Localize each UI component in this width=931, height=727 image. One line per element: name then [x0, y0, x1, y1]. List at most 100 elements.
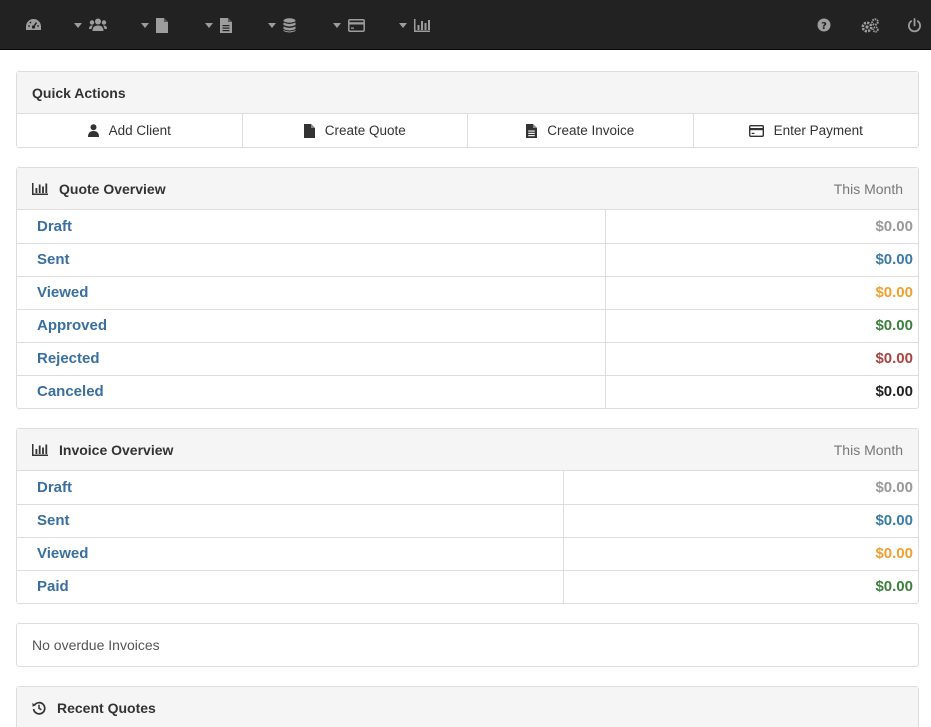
quote-status-cell: Draft	[17, 210, 605, 243]
enter-payment-label: Enter Payment	[773, 123, 863, 138]
invoice-amount: $0.00	[562, 471, 918, 504]
quote-status-link[interactable]: Approved	[37, 317, 107, 334]
quote-row: Canceled $0.00	[17, 374, 918, 408]
invoice-status-link[interactable]: Draft	[37, 479, 72, 496]
quick-actions-row: Add Client Create Quote Create Invoice E…	[17, 114, 918, 147]
invoice-row: Draft $0.00	[17, 471, 918, 504]
file-text-icon	[526, 123, 538, 138]
invoice-row: Paid $0.00	[17, 569, 918, 603]
add-client-label: Add Client	[108, 123, 171, 138]
chevron-down-icon	[268, 22, 276, 28]
settings-icon	[861, 17, 879, 33]
power-icon	[907, 17, 922, 33]
chevron-down-icon	[141, 22, 149, 28]
quick-actions-heading: Quick Actions	[17, 72, 918, 114]
quote-amount: $0.00	[604, 210, 918, 243]
nav-quotes[interactable]	[141, 0, 168, 50]
top-navbar: ?	[0, 0, 931, 50]
credit-card-icon	[748, 124, 764, 137]
quote-overview-table: Draft $0.00 Sent $0.00 Viewed $0.00 Approved $0…	[17, 210, 918, 408]
recent-quotes-panel: Recent Quotes	[16, 686, 919, 727]
quote-status-link[interactable]: Canceled	[37, 383, 104, 400]
invoice-overview-heading: Invoice Overview This Month	[17, 429, 918, 471]
create-invoice-label: Create Invoice	[547, 123, 635, 138]
no-overdue-text: No overdue Invoices	[32, 637, 160, 653]
credit-card-icon	[348, 18, 365, 32]
help-icon: ?	[817, 18, 831, 32]
quote-row: Approved $0.00	[17, 308, 918, 342]
quote-row: Rejected $0.00	[17, 341, 918, 375]
file-icon	[303, 123, 315, 138]
user-icon	[87, 124, 99, 137]
chevron-down-icon	[74, 22, 82, 28]
invoice-status-cell: Sent	[17, 503, 563, 537]
invoice-file-icon	[220, 17, 232, 33]
quote-row: Draft $0.00	[17, 210, 918, 243]
quote-amount: $0.00	[604, 275, 918, 309]
quote-overview-heading: Quote Overview This Month	[17, 168, 918, 210]
invoice-status-cell: Draft	[17, 471, 563, 504]
clients-icon	[89, 18, 107, 32]
add-client-button[interactable]: Add Client	[17, 114, 243, 147]
invoice-overview-table: Draft $0.00 Sent $0.00 Viewed $0.00 Paid $0.00	[17, 471, 918, 603]
quote-status-cell: Viewed	[17, 275, 605, 309]
quote-status-cell: Canceled	[17, 374, 605, 408]
nav-clients[interactable]	[74, 0, 107, 50]
invoice-overview-title: Invoice Overview	[59, 441, 174, 458]
quote-status-cell: Approved	[17, 308, 605, 342]
invoice-status-link[interactable]: Viewed	[37, 545, 88, 562]
recent-quotes-title: Recent Quotes	[57, 699, 156, 716]
invoice-amount: $0.00	[562, 536, 918, 570]
invoice-row: Sent $0.00	[17, 503, 918, 537]
invoice-row: Viewed $0.00	[17, 536, 918, 570]
nav-help[interactable]: ?	[817, 0, 831, 50]
quick-actions-title: Quick Actions	[32, 84, 126, 101]
quick-actions-panel: Quick Actions Add Client Create Quote Cr…	[16, 71, 919, 148]
chevron-down-icon	[399, 22, 407, 28]
nav-products[interactable]	[268, 0, 296, 50]
nav-settings[interactable]	[861, 0, 879, 50]
quote-status-link[interactable]: Viewed	[37, 284, 88, 301]
quote-overview-title: Quote Overview	[59, 180, 166, 197]
quote-file-icon	[156, 17, 168, 33]
invoice-amount: $0.00	[562, 503, 918, 537]
invoice-status-link[interactable]: Paid	[37, 578, 69, 595]
quote-overview-panel: Quote Overview This Month Draft $0.00 Sent…	[16, 167, 919, 409]
invoice-overview-panel: Invoice Overview This Month Draft $0.00 Se…	[16, 428, 919, 604]
quote-amount: $0.00	[604, 341, 918, 375]
quote-status-link[interactable]: Draft	[37, 218, 72, 235]
invoice-status-link[interactable]: Sent	[37, 512, 70, 529]
chevron-down-icon	[333, 22, 341, 28]
quote-status-link[interactable]: Rejected	[37, 350, 100, 367]
bar-chart-icon	[32, 443, 48, 456]
quote-status-cell: Sent	[17, 242, 605, 276]
quote-row: Sent $0.00	[17, 242, 918, 276]
bar-chart-icon	[32, 182, 48, 195]
create-invoice-button[interactable]: Create Invoice	[468, 114, 694, 147]
invoice-status-cell: Paid	[17, 569, 563, 603]
bar-chart-icon	[414, 18, 430, 32]
nav-logout[interactable]	[907, 0, 922, 50]
invoice-amount: $0.00	[562, 569, 918, 603]
quote-period-link[interactable]: This Month	[834, 168, 903, 210]
overdue-invoices-panel: No overdue Invoices	[16, 623, 919, 667]
recent-quotes-heading: Recent Quotes	[17, 687, 918, 727]
svg-text:?: ?	[821, 21, 827, 32]
invoice-period-link[interactable]: This Month	[834, 429, 903, 471]
nav-invoices[interactable]	[205, 0, 232, 50]
nav-reports[interactable]	[399, 0, 430, 50]
create-quote-label: Create Quote	[324, 123, 406, 138]
invoice-status-cell: Viewed	[17, 536, 563, 570]
quote-row: Viewed $0.00	[17, 275, 918, 309]
quote-amount: $0.00	[604, 374, 918, 408]
dashboard-icon	[25, 18, 42, 32]
quote-status-link[interactable]: Sent	[37, 251, 70, 268]
quote-amount: $0.00	[604, 308, 918, 342]
create-quote-button[interactable]: Create Quote	[243, 114, 468, 147]
quote-amount: $0.00	[604, 242, 918, 276]
chevron-down-icon	[205, 22, 213, 28]
database-icon	[283, 17, 296, 33]
nav-dashboard[interactable]	[25, 0, 42, 50]
nav-payments[interactable]	[333, 0, 365, 50]
enter-payment-button[interactable]: Enter Payment	[694, 114, 919, 147]
